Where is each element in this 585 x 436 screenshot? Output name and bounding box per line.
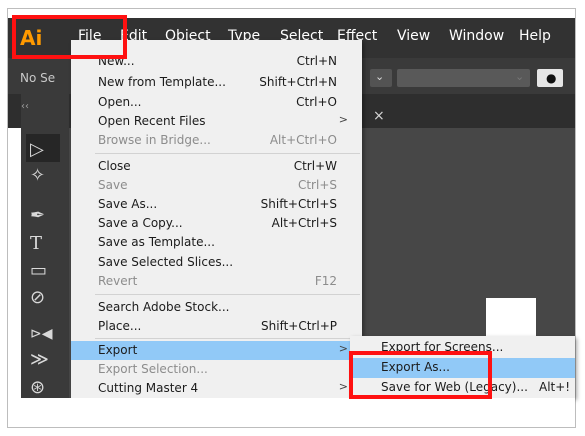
- menu-item-label: Save as Template...: [98, 235, 215, 249]
- menu-view[interactable]: View: [397, 28, 430, 44]
- menu-item-export-as[interactable]: Export As...: [350, 358, 575, 378]
- menu-item-label: Save a Copy...: [98, 216, 183, 230]
- menu-item-label: Save: [98, 178, 128, 192]
- menu-item-label: Export As...: [381, 360, 450, 374]
- menu-item-label: Open Recent Files: [98, 114, 206, 128]
- chevron-down-icon: ⌄: [515, 70, 525, 83]
- menu-help[interactable]: Help: [519, 28, 551, 44]
- menu-item-new[interactable]: New... Ctrl+N: [71, 54, 362, 70]
- menu-item-label: Search Adobe Stock...: [98, 300, 230, 314]
- rectangle-icon[interactable]: ▭: [30, 261, 47, 281]
- pen-icon[interactable]: ✒: [30, 206, 45, 226]
- chevron-right-icon: >: [338, 342, 348, 355]
- menu-item-label: Revert: [98, 274, 138, 288]
- menu-item-save-template[interactable]: Save as Template...: [71, 235, 362, 251]
- menu-item-close[interactable]: Close Ctrl+W: [71, 159, 362, 175]
- menu-item-export-for-screens[interactable]: Export for Screens...: [350, 340, 575, 358]
- app-logo: Ai: [20, 26, 43, 50]
- menu-item-new-from-template[interactable]: New from Template... Shift+Ctrl+N: [71, 75, 362, 91]
- warp-icon[interactable]: ≫: [30, 350, 49, 370]
- menu-item-shortcut: Ctrl+N: [296, 54, 337, 68]
- menu-separator: [95, 294, 360, 295]
- menu-item-shortcut: Ctrl+O: [296, 95, 337, 109]
- type-icon[interactable]: T: [30, 234, 42, 254]
- menu-item-label: New...: [98, 54, 135, 68]
- chevron-down-icon: ⌄: [375, 70, 385, 83]
- menu-item-label: Save Selected Slices...: [98, 255, 234, 269]
- width-icon[interactable]: ⊳◀: [30, 324, 53, 344]
- magic-wand-icon[interactable]: ✧: [30, 166, 45, 186]
- menu-item-open[interactable]: Open... Ctrl+O: [71, 95, 362, 111]
- menu-window[interactable]: Window: [449, 28, 504, 44]
- menu-item-browse-bridge[interactable]: Browse in Bridge... Alt+Ctrl+O: [71, 133, 362, 149]
- menu-item-label: Export for Screens...: [381, 340, 504, 354]
- menu-item-label: Export Selection...: [98, 362, 208, 376]
- menu-item-shortcut: Shift+Ctrl+N: [259, 75, 337, 89]
- menu-item-export-selection[interactable]: Export Selection...: [71, 362, 362, 378]
- menu-item-shortcut: Ctrl+S: [297, 178, 337, 192]
- selection-status: No Se: [20, 71, 56, 85]
- menu-item-place[interactable]: Place... Shift+Ctrl+P: [71, 319, 362, 335]
- menu-item-shortcut: Shift+Ctrl+P: [261, 319, 337, 333]
- menu-item-label: Browse in Bridge...: [98, 133, 211, 147]
- symbol-sprayer-icon[interactable]: ⊛: [30, 378, 45, 398]
- close-icon[interactable]: ×: [373, 108, 385, 124]
- menu-item-revert[interactable]: Revert F12: [71, 274, 362, 290]
- menu-item-cutting-master[interactable]: Cutting Master 4 >: [71, 380, 362, 397]
- panel-collapse-icon[interactable]: ‹‹: [21, 101, 29, 112]
- menu-item-save-copy[interactable]: Save a Copy... Alt+Ctrl+S: [71, 216, 362, 232]
- menu-item-label: Cutting Master 4: [98, 381, 199, 395]
- menu-item-label: Save for Web (Legacy)...: [381, 380, 528, 394]
- menu-item-label: Place...: [98, 319, 142, 333]
- menu-item-shortcut: Alt+!: [539, 380, 571, 394]
- menu-separator: [95, 338, 360, 339]
- chevron-right-icon: >: [338, 113, 348, 126]
- shaper-icon[interactable]: ⊘: [30, 288, 45, 308]
- menu-item-shortcut: Ctrl+W: [293, 159, 337, 173]
- menu-item-shortcut: F12: [314, 274, 337, 288]
- menu-item-label: Save As...: [98, 197, 158, 211]
- menu-item-shortcut: Alt+Ctrl+S: [271, 216, 337, 230]
- bottom-margin: [8, 398, 575, 427]
- menu-item-search-stock[interactable]: Search Adobe Stock...: [71, 300, 362, 316]
- variable-width-dropdown[interactable]: [397, 69, 530, 87]
- menu-item-shortcut: Alt+Ctrl+O: [269, 133, 337, 147]
- menu-item-label: Export: [98, 343, 138, 357]
- menu-item-save-for-web[interactable]: Save for Web (Legacy)... Alt+!: [350, 380, 575, 398]
- menu-item-save[interactable]: Save Ctrl+S: [71, 178, 362, 194]
- brush-dot-icon: ●: [546, 71, 557, 85]
- menu-item-save-slices[interactable]: Save Selected Slices...: [71, 255, 362, 271]
- menu-item-export[interactable]: Export >: [71, 341, 362, 360]
- menu-item-label: Open...: [98, 95, 142, 109]
- menu-separator: [95, 153, 360, 154]
- chevron-right-icon: >: [338, 380, 348, 393]
- menu-item-shortcut: Shift+Ctrl+S: [260, 197, 337, 211]
- menu-item-label: Close: [98, 159, 131, 173]
- menu-item-save-as[interactable]: Save As... Shift+Ctrl+S: [71, 197, 362, 213]
- menu-item-open-recent[interactable]: Open Recent Files >: [71, 113, 362, 130]
- selection-icon[interactable]: ▷: [30, 140, 44, 160]
- menu-item-label: New from Template...: [98, 75, 226, 89]
